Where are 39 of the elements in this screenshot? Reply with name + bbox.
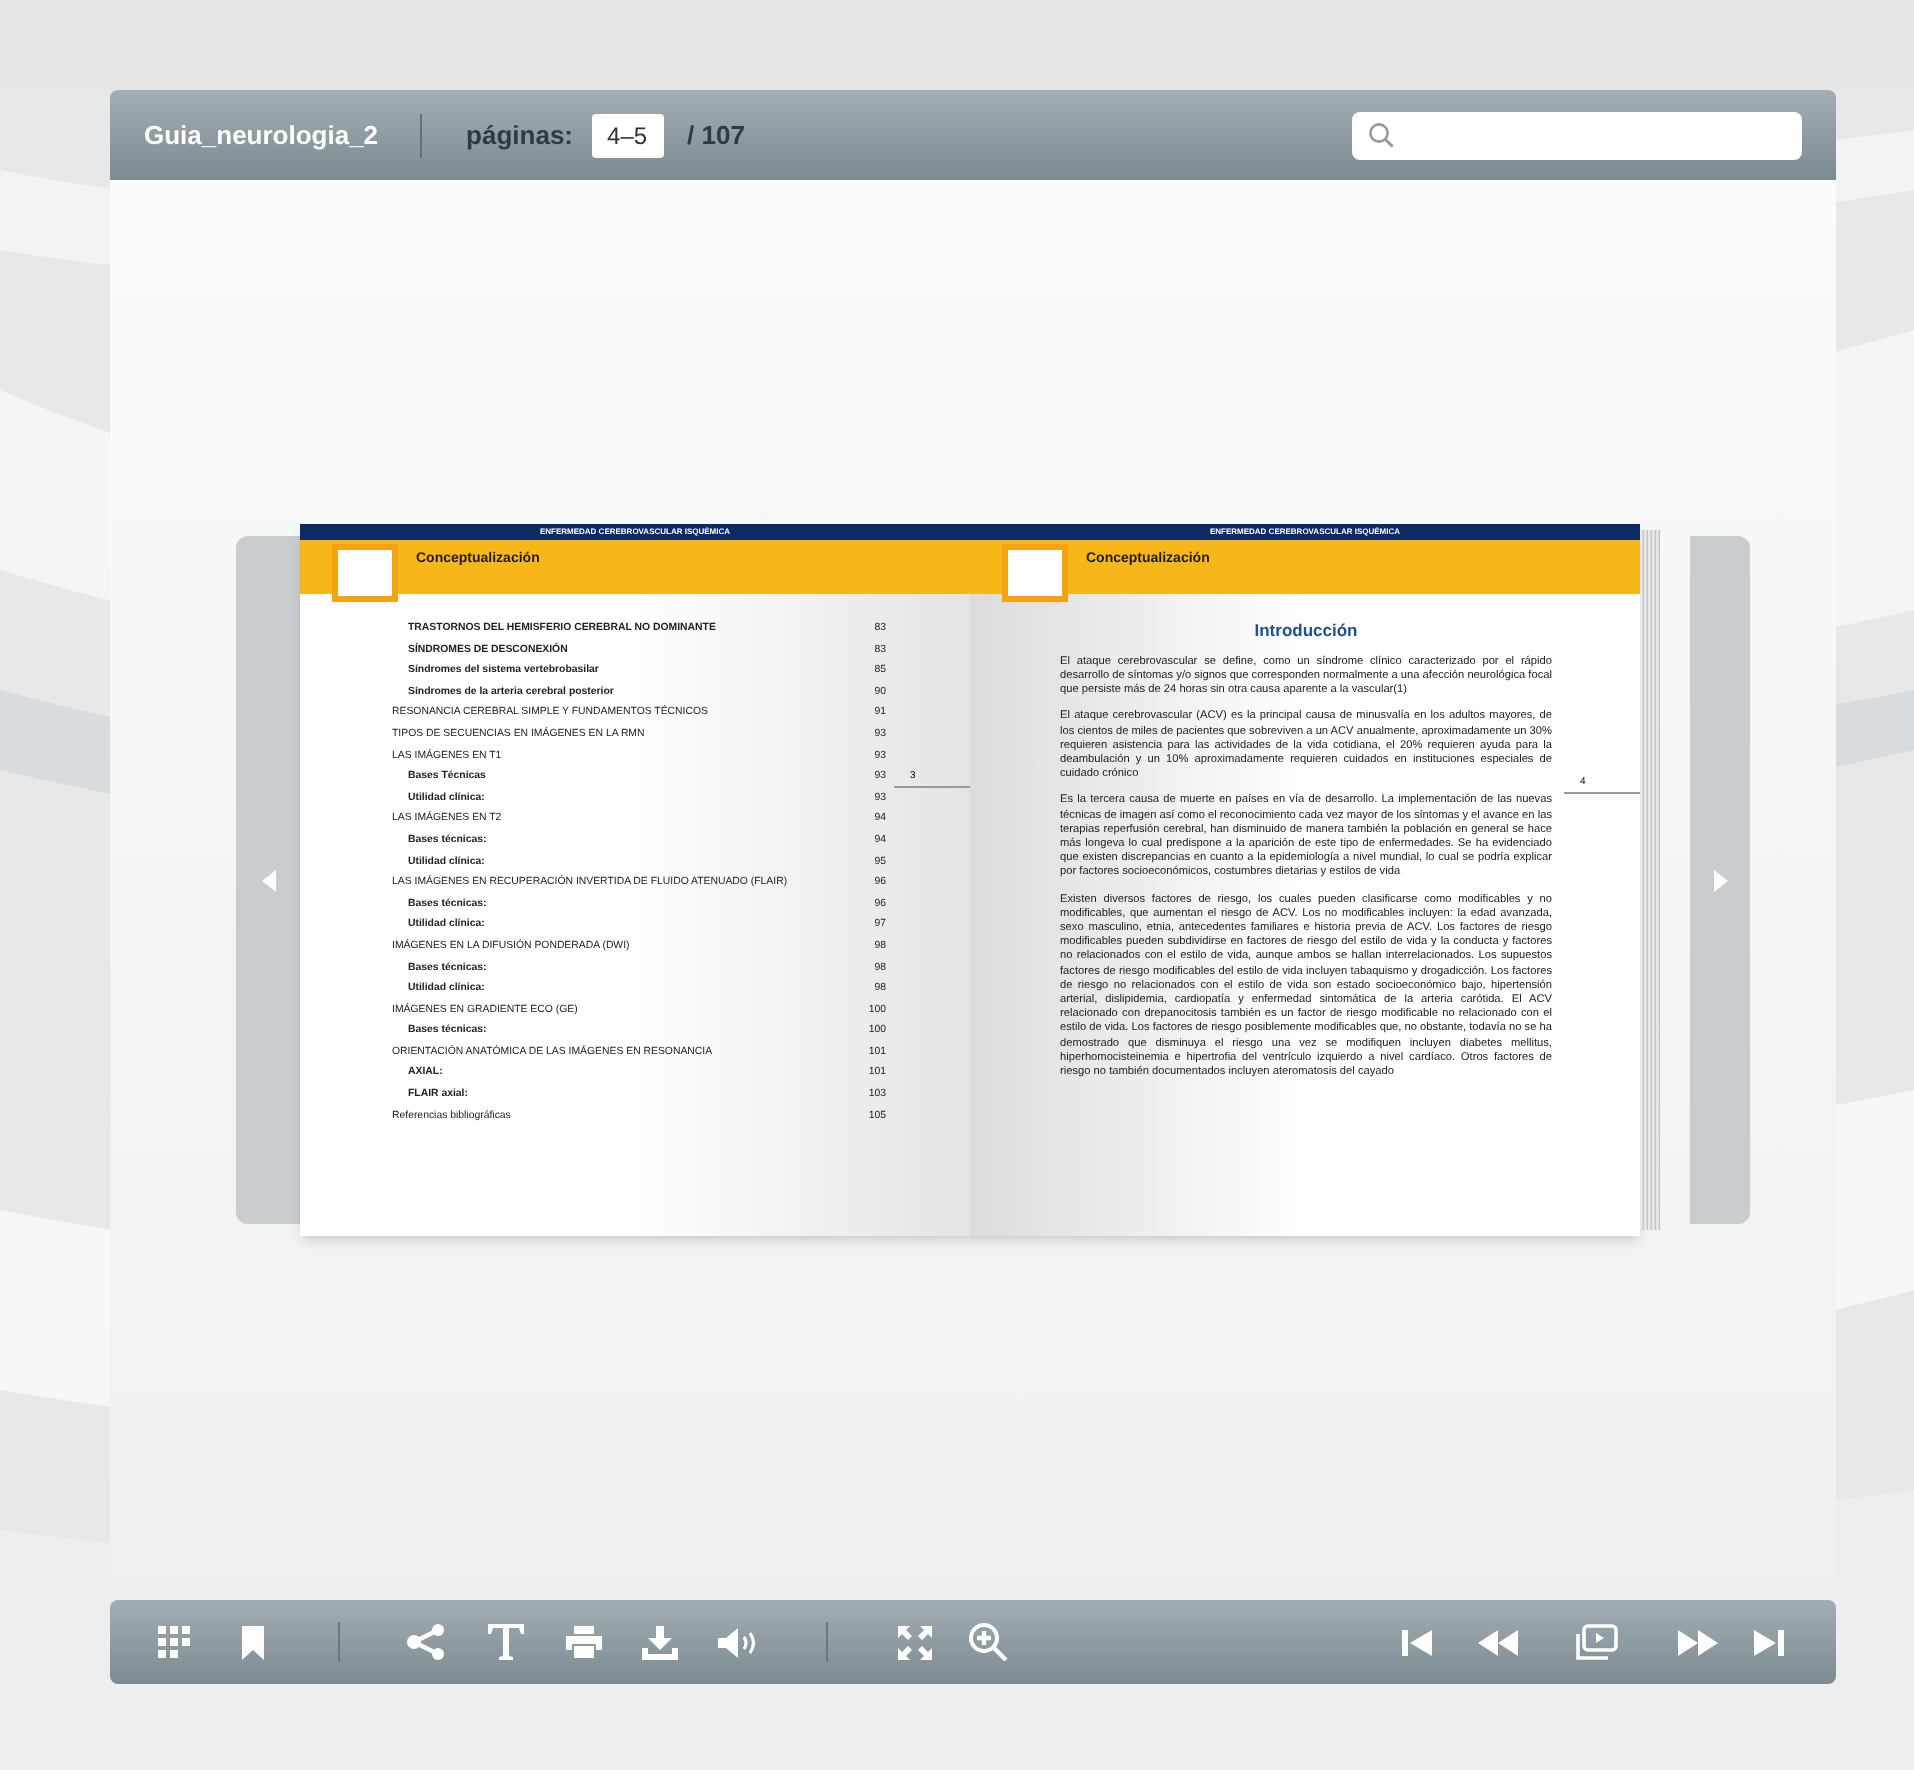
slideshow-icon [1574, 1623, 1618, 1661]
share-button[interactable] [406, 1624, 446, 1660]
share-icon [406, 1624, 446, 1660]
pages-label: páginas: [466, 117, 574, 154]
section-heading: Introducción [1252, 618, 1360, 644]
expand-arrows-icon [898, 1625, 932, 1659]
print-button[interactable] [566, 1626, 602, 1658]
previous-button[interactable] [1478, 1629, 1518, 1655]
next-button[interactable] [1678, 1629, 1718, 1655]
fullscreen-button[interactable] [898, 1625, 932, 1659]
grid-icon [158, 1626, 190, 1658]
download-button[interactable] [642, 1625, 678, 1659]
text-button[interactable] [486, 1624, 526, 1660]
rewind-icon [1478, 1629, 1518, 1655]
chevron-left-icon [261, 869, 275, 891]
thumbnails-button[interactable] [158, 1626, 190, 1658]
download-icon [642, 1625, 678, 1659]
page-number-field[interactable]: 4–5 [591, 113, 664, 157]
skip-to-start-icon [1402, 1629, 1432, 1655]
first-page-button[interactable] [1402, 1629, 1432, 1655]
speaker-icon [718, 1627, 760, 1657]
last-page-button[interactable] [1754, 1629, 1784, 1655]
zoom-in-button[interactable] [968, 1622, 1008, 1662]
bookmark-icon [242, 1625, 264, 1659]
text-icon [486, 1624, 526, 1660]
chevron-right-icon [1713, 869, 1727, 891]
header-square [332, 544, 398, 602]
search-field[interactable] [1352, 111, 1802, 159]
sound-button[interactable] [718, 1627, 760, 1657]
printer-icon [566, 1626, 602, 1658]
document-title: Guia_neurologia_2 [144, 117, 379, 154]
slideshow-button[interactable] [1574, 1623, 1618, 1661]
zoom-in-icon [968, 1622, 1008, 1662]
bookmark-button[interactable] [242, 1625, 264, 1659]
page-total: / 107 [687, 117, 745, 154]
fast-forward-icon [1678, 1629, 1718, 1655]
skip-to-end-icon [1754, 1629, 1784, 1655]
header-square [1002, 544, 1068, 602]
search-icon [1368, 122, 1394, 148]
